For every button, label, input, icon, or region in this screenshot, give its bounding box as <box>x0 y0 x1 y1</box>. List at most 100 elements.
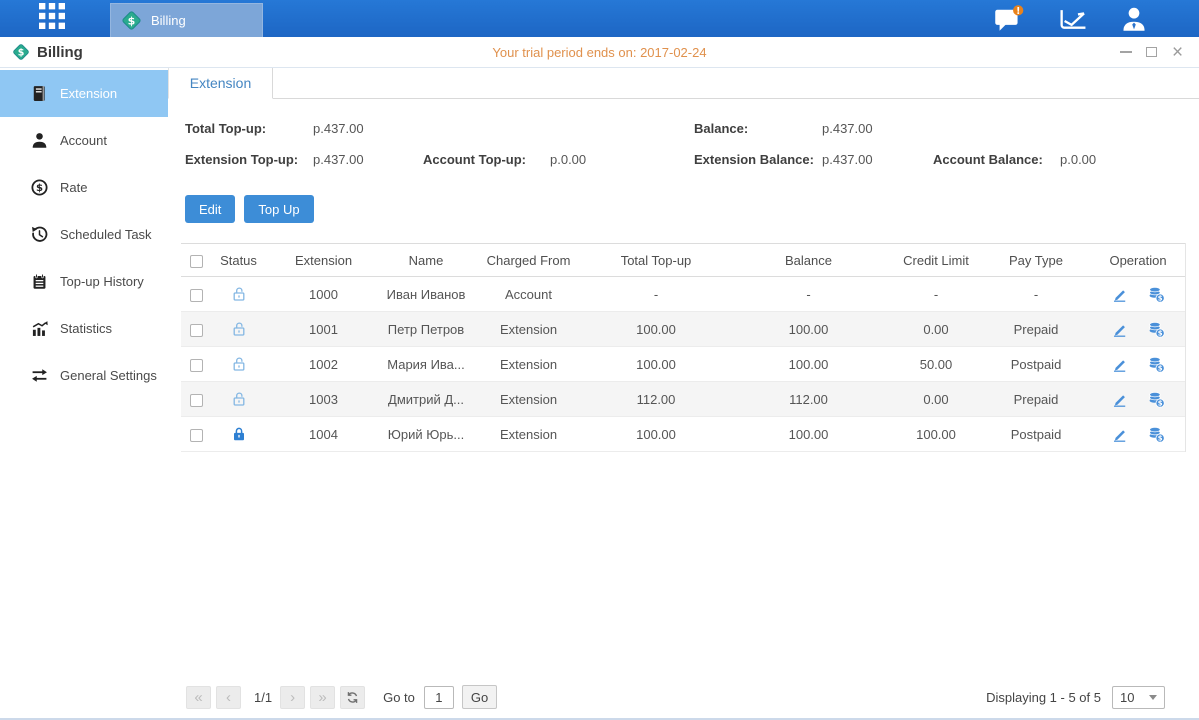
reports-trend-icon[interactable] <box>1059 6 1087 31</box>
cell-name: Мария Ива... <box>381 347 471 382</box>
cell-balance: 100.00 <box>726 347 891 382</box>
balance-value: p.437.00 <box>822 121 873 136</box>
column-header-extension: Extension <box>266 244 381 277</box>
last-page-button[interactable]: » <box>310 686 335 709</box>
sidebar-item-statistics[interactable]: Statistics <box>0 305 168 352</box>
pagination-status: Displaying 1 - 5 of 5 10 <box>986 686 1165 709</box>
column-header-operation: Operation <box>1091 244 1185 277</box>
prev-page-button[interactable]: ‹ <box>216 686 241 709</box>
refresh-button[interactable] <box>340 686 365 709</box>
window-controls: × <box>1117 44 1186 61</box>
maximize-button[interactable] <box>1143 44 1160 61</box>
topup-coins-icon[interactable] <box>1148 321 1165 338</box>
select-all-checkbox[interactable] <box>190 255 203 268</box>
lock-open-icon <box>231 321 247 337</box>
sidebar-item-top-up-history[interactable]: Top-up History <box>0 258 168 305</box>
tab-extension[interactable]: Extension <box>168 68 273 99</box>
page-size-select[interactable]: 10 <box>1112 686 1165 709</box>
sidebar-item-extension[interactable]: Extension <box>0 70 168 117</box>
cell-pay-type: Prepaid <box>981 312 1091 347</box>
topup-coins-icon[interactable] <box>1148 356 1165 373</box>
topup-coins-icon[interactable] <box>1148 426 1165 443</box>
next-page-button[interactable]: › <box>280 686 305 709</box>
cell-operation <box>1091 382 1185 417</box>
table-row: 1002 Мария Ива... Extension 100.00 100.0… <box>181 347 1185 382</box>
row-checkbox[interactable] <box>190 394 203 407</box>
cell-total-topup: - <box>586 277 726 312</box>
table-row: 1001 Петр Петров Extension 100.00 100.00… <box>181 312 1185 347</box>
app-grid-icon[interactable] <box>38 3 66 29</box>
cell-pay-type: Postpaid <box>981 347 1091 382</box>
sidebar: Extension Account Rate Scheduled Task To… <box>0 68 168 718</box>
go-button[interactable]: Go <box>462 685 497 709</box>
cell-total-topup: 112.00 <box>586 382 726 417</box>
pagination-bar: « ‹ 1/1 › » Go to Go Displaying 1 - 5 of… <box>186 685 1165 709</box>
sidebar-item-account[interactable]: Account <box>0 117 168 164</box>
cell-name: Юрий Юрь... <box>381 417 471 452</box>
window-title-label: Billing <box>37 44 83 61</box>
column-header-total-top-up: Total Top-up <box>586 244 726 277</box>
account-balance-label: Account Balance: <box>933 152 1043 167</box>
first-page-button[interactable]: « <box>186 686 211 709</box>
cell-operation <box>1091 277 1185 312</box>
cell-credit-limit: - <box>891 277 981 312</box>
column-header-status: Status <box>211 244 266 277</box>
goto-label: Go to <box>383 690 415 705</box>
refresh-icon <box>346 691 359 704</box>
cell-charged-from: Extension <box>471 417 586 452</box>
edit-pencil-icon[interactable] <box>1111 321 1128 338</box>
account-balance-value: p.0.00 <box>1060 152 1096 167</box>
cell-credit-limit: 100.00 <box>891 417 981 452</box>
edit-pencil-icon[interactable] <box>1111 356 1128 373</box>
topup-coins-icon[interactable] <box>1148 286 1165 303</box>
cell-extension: 1003 <box>266 382 381 417</box>
cell-pay-type: Prepaid <box>981 382 1091 417</box>
arrows-icon <box>31 367 48 384</box>
extension-balance-value: p.437.00 <box>822 152 873 167</box>
cell-operation <box>1091 417 1185 452</box>
minimize-button[interactable] <box>1117 44 1134 61</box>
topbar: Billing <box>0 0 1199 37</box>
edit-pencil-icon[interactable] <box>1111 391 1128 408</box>
billing-diamond-icon <box>12 43 30 61</box>
cell-balance: 100.00 <box>726 312 891 347</box>
edit-pencil-icon[interactable] <box>1111 286 1128 303</box>
topbar-actions <box>994 5 1147 33</box>
cell-operation <box>1091 347 1185 382</box>
edit-pencil-icon[interactable] <box>1111 426 1128 443</box>
lock-open-icon <box>231 286 247 302</box>
topup-button[interactable]: Top Up <box>244 195 313 223</box>
billing-diamond-icon <box>121 10 142 31</box>
column-header-pay-type: Pay Type <box>981 244 1091 277</box>
topup-coins-icon[interactable] <box>1148 391 1165 408</box>
lock-open-icon <box>231 391 247 407</box>
toolbar: Edit Top Up <box>185 195 1199 223</box>
edit-button[interactable]: Edit <box>185 195 235 223</box>
ledger-icon <box>31 85 48 102</box>
column-header-charged-from: Charged From <box>471 244 586 277</box>
sidebar-item-rate[interactable]: Rate <box>0 164 168 211</box>
total-topup-value: p.437.00 <box>313 121 364 136</box>
extension-table: StatusExtensionNameCharged FromTotal Top… <box>181 243 1186 452</box>
chevron-down-icon <box>1149 695 1157 700</box>
row-checkbox[interactable] <box>190 324 203 337</box>
main-content: Extension Total Top-up: p.437.00 Balance… <box>168 68 1199 718</box>
sidebar-item-scheduled-task[interactable]: Scheduled Task <box>0 211 168 258</box>
goto-page-input[interactable] <box>424 686 454 709</box>
row-checkbox[interactable] <box>190 289 203 302</box>
topbar-tab-billing[interactable]: Billing <box>110 3 263 37</box>
notifications-chat-icon[interactable] <box>994 5 1025 33</box>
cell-credit-limit: 50.00 <box>891 347 981 382</box>
cell-extension: 1000 <box>266 277 381 312</box>
column-header-name: Name <box>381 244 471 277</box>
sidebar-item-general-settings[interactable]: General Settings <box>0 352 168 399</box>
cell-name: Петр Петров <box>381 312 471 347</box>
row-checkbox[interactable] <box>190 359 203 372</box>
cell-total-topup: 100.00 <box>586 417 726 452</box>
sidebar-item-label: Top-up History <box>60 274 144 289</box>
close-button[interactable]: × <box>1169 44 1186 61</box>
account-user-icon[interactable] <box>1121 6 1147 32</box>
cell-name: Иван Иванов <box>381 277 471 312</box>
row-checkbox[interactable] <box>190 429 203 442</box>
extension-topup-label: Extension Top-up: <box>185 152 298 167</box>
